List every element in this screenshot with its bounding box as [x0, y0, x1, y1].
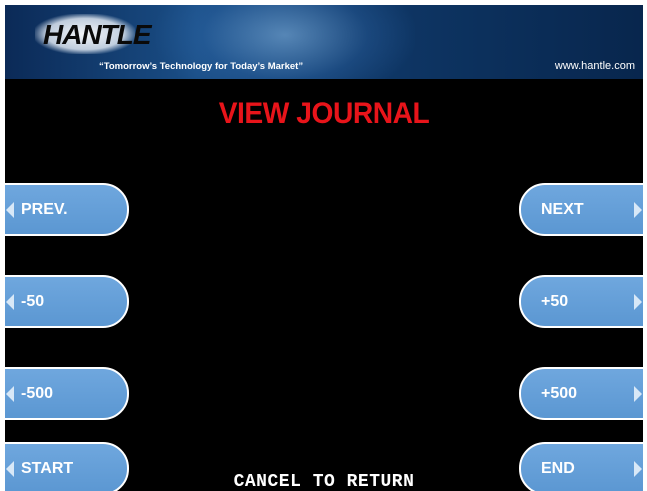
arrow-left-icon	[6, 386, 14, 402]
arrow-right-icon	[634, 386, 642, 402]
prev-button-label: PREV.	[21, 200, 68, 218]
minus-500-button-label: -500	[21, 384, 54, 402]
plus-50-button[interactable]: +50	[519, 275, 643, 328]
arrow-left-icon	[6, 294, 14, 310]
minus-50-button[interactable]: -50	[5, 275, 129, 328]
logo-text: HANTLE	[43, 19, 152, 50]
next-button[interactable]: NEXT	[519, 183, 643, 236]
prev-button[interactable]: PREV.	[5, 183, 129, 236]
arrow-right-icon	[634, 294, 642, 310]
plus-50-button-label: +50	[541, 292, 569, 310]
tagline: “Tomorrow’s Technology for Today’s Marke…	[99, 61, 304, 72]
cancel-instruction: CANCEL TO RETURN	[233, 472, 415, 491]
page-title: VIEW JOURNAL	[218, 97, 430, 130]
minus-50-button-label: -50	[21, 292, 45, 310]
minus-500-button[interactable]: -500	[5, 367, 129, 420]
hantle-logo: HANTLE	[35, 14, 152, 54]
next-button-label: NEXT	[541, 200, 584, 218]
website-url: www.hantle.com	[554, 60, 635, 72]
arrow-right-icon	[634, 202, 642, 218]
plus-500-button[interactable]: +500	[519, 367, 643, 420]
arrow-left-icon	[6, 202, 14, 218]
header-banner: HANTLE “Tomorrow’s Technology for Today’…	[5, 5, 643, 79]
atm-screen: HANTLE “Tomorrow’s Technology for Today’…	[5, 5, 643, 491]
plus-500-button-label: +500	[541, 384, 578, 402]
